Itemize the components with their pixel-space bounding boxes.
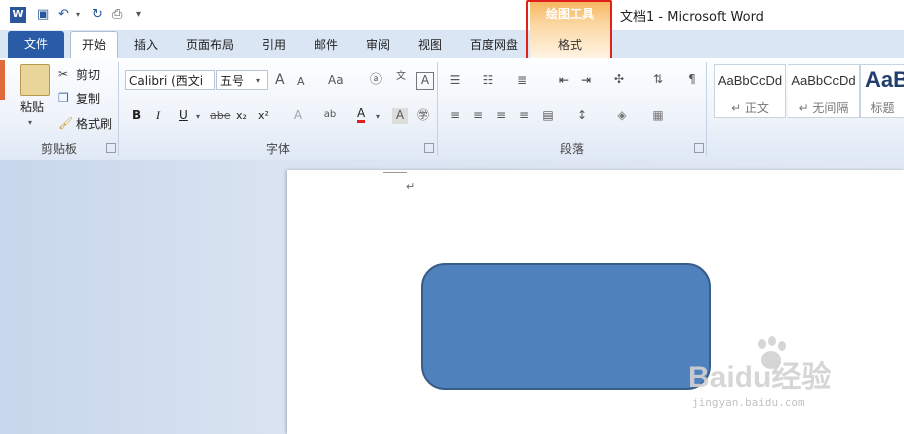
- watermark-text: Baidu经验: [688, 361, 832, 394]
- undo-dropdown-icon[interactable]: ▾: [76, 7, 80, 23]
- paragraph-group-label: 段落: [559, 142, 584, 156]
- clipboard-launcher-icon[interactable]: [106, 143, 116, 153]
- tab-view[interactable]: 视图: [410, 35, 450, 55]
- format-painter-icon: 🖌: [58, 116, 74, 130]
- font-color-dropdown-icon[interactable]: ▾: [376, 110, 380, 124]
- font-size-select[interactable]: 五号: [216, 70, 268, 90]
- borders-icon[interactable]: ▦: [650, 108, 666, 122]
- line-spacing-icon[interactable]: ↕: [574, 108, 590, 122]
- document-title: 文档1 - Microsoft Word: [620, 10, 764, 25]
- rounded-rectangle-shape[interactable]: [421, 263, 711, 390]
- shading-icon[interactable]: ◈: [614, 108, 630, 122]
- strikethrough-button[interactable]: abe: [210, 109, 231, 122]
- style-sample: AaBbCcDd: [791, 73, 856, 88]
- title-bar: W ▣ ↶ ▾ ↻ ⎙ ▾: [0, 0, 904, 30]
- font-size-dropdown-icon[interactable]: ▾: [256, 74, 260, 88]
- style-normal[interactable]: AaBbCcDd ↵ 正文: [714, 64, 786, 118]
- word-app-icon[interactable]: W: [10, 7, 26, 23]
- chinese-layout-icon[interactable]: ✣: [610, 72, 628, 86]
- shrink-font-button[interactable]: A: [297, 75, 305, 88]
- customize-qat-icon[interactable]: ▾: [136, 7, 141, 23]
- phonetic-guide-icon[interactable]: ⓐ: [368, 72, 384, 86]
- tab-page-layout[interactable]: 页面布局: [178, 35, 242, 55]
- text-effects-icon[interactable]: A: [290, 108, 306, 122]
- paste-icon[interactable]: [20, 64, 50, 96]
- scissors-icon: ✂: [58, 67, 69, 81]
- copy-button[interactable]: 复制: [76, 90, 100, 107]
- tab-insert[interactable]: 插入: [126, 35, 166, 55]
- show-marks-icon[interactable]: ¶: [684, 72, 700, 86]
- undo-icon[interactable]: ↶: [58, 7, 69, 23]
- grow-font-button[interactable]: A: [275, 72, 285, 88]
- tab-baidu-netdisk[interactable]: 百度网盘: [462, 35, 526, 55]
- decrease-indent-icon[interactable]: ⇤: [556, 73, 572, 87]
- font-group-label: 字体: [265, 142, 290, 156]
- format-painter-button[interactable]: 格式刷: [76, 115, 112, 132]
- highlight-color-icon[interactable]: ab: [320, 108, 340, 122]
- sort-icon[interactable]: ⇅: [650, 72, 666, 86]
- enclosed-char-icon[interactable]: ㊫: [415, 108, 431, 122]
- style-heading[interactable]: AaB 标题: [860, 64, 904, 118]
- redo-icon[interactable]: ↻: [92, 7, 103, 23]
- distributed-icon[interactable]: ▤: [540, 108, 556, 122]
- paragraph-mark: ↵: [406, 180, 416, 193]
- multilevel-list-icon[interactable]: ≣: [514, 73, 530, 87]
- underline-button[interactable]: U: [179, 108, 188, 122]
- group-separator: [706, 62, 707, 156]
- tab-review[interactable]: 审阅: [358, 35, 398, 55]
- style-name: 标题: [870, 101, 895, 115]
- align-left-icon[interactable]: ≡: [447, 108, 463, 122]
- bullets-icon[interactable]: ☰: [447, 73, 463, 87]
- save-icon[interactable]: ▣: [37, 7, 49, 23]
- style-sample: AaB: [865, 67, 904, 92]
- style-no-spacing[interactable]: AaBbCcDd ↵ 无间隔: [788, 64, 860, 118]
- font-launcher-icon[interactable]: [424, 143, 434, 153]
- cut-button[interactable]: 剪切: [76, 66, 100, 83]
- align-right-icon[interactable]: ≡: [493, 108, 509, 122]
- enclose-chars-icon[interactable]: 文: [392, 70, 410, 84]
- underline-dropdown-icon[interactable]: ▾: [196, 110, 200, 124]
- increase-indent-icon[interactable]: ⇥: [578, 73, 594, 87]
- watermark-url: jingyan.baidu.com: [692, 396, 805, 409]
- paste-button[interactable]: 粘贴: [20, 98, 44, 115]
- clipboard-group-label: 剪贴板: [40, 142, 77, 156]
- tab-file[interactable]: 文件: [8, 31, 64, 58]
- char-shading-icon[interactable]: A: [392, 108, 408, 124]
- bold-button[interactable]: B: [132, 108, 141, 122]
- tab-references[interactable]: 引用: [254, 35, 294, 55]
- subscript-button[interactable]: x₂: [236, 109, 247, 122]
- paragraph-launcher-icon[interactable]: [694, 143, 704, 153]
- margin-corner-mark: [383, 172, 407, 173]
- tab-home[interactable]: 开始: [70, 31, 118, 59]
- print-preview-icon[interactable]: ⎙: [112, 7, 122, 23]
- numbering-icon[interactable]: ☷: [480, 73, 496, 87]
- italic-button[interactable]: I: [156, 108, 160, 123]
- tab-mailings[interactable]: 邮件: [306, 35, 346, 55]
- paste-dropdown-icon[interactable]: ▾: [28, 116, 32, 130]
- style-name: ↵ 正文: [731, 101, 769, 115]
- side-indicator: [0, 60, 5, 100]
- font-color-button[interactable]: A: [357, 106, 366, 123]
- style-name: ↵ 无间隔: [798, 101, 849, 115]
- justify-icon[interactable]: ≡: [516, 108, 532, 122]
- superscript-button[interactable]: x²: [258, 109, 269, 122]
- style-sample: AaBbCcDd: [717, 73, 783, 88]
- copy-icon: ❐: [58, 91, 69, 105]
- font-name-select[interactable]: Calibri (西文i: [125, 70, 215, 90]
- change-case-button[interactable]: Aa: [328, 73, 344, 87]
- align-center-icon[interactable]: ≡: [470, 108, 486, 122]
- char-border-icon[interactable]: A: [416, 72, 434, 90]
